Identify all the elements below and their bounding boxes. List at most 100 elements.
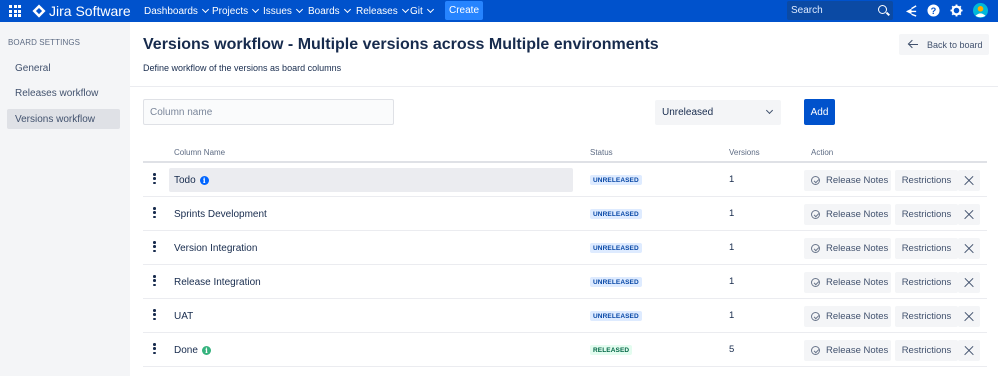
column-name-cell[interactable]: Todo i	[169, 168, 573, 192]
release-notes-label: Release Notes	[826, 209, 889, 220]
app-switcher-icon[interactable]	[9, 5, 21, 17]
add-column-button[interactable]: Add	[804, 99, 835, 125]
release-notes-button[interactable]: Release Notes	[804, 170, 891, 191]
jira-logo[interactable]: Jira Software	[32, 3, 131, 19]
release-notes-button[interactable]: Release Notes	[804, 272, 891, 293]
table-row: Sprints Development UNRELEASED 1 Release No…	[143, 197, 987, 231]
restrictions-button[interactable]: Restrictions	[895, 204, 958, 225]
sidebar-heading: BOARD SETTINGS	[8, 38, 81, 47]
status-select-value: Unreleased	[662, 107, 714, 118]
delete-close-icon[interactable]	[958, 204, 980, 225]
delete-close-icon[interactable]	[958, 170, 980, 191]
drag-handle-icon[interactable]	[153, 173, 156, 185]
versions-count: 1	[729, 242, 735, 253]
release-notes-button[interactable]: Release Notes	[804, 238, 891, 259]
user-avatar[interactable]	[973, 3, 988, 18]
restrictions-button[interactable]: Restrictions	[895, 306, 958, 327]
status-lozenge: UNRELEASED	[590, 175, 642, 185]
help-icon[interactable]: ?	[927, 4, 940, 17]
delete-close-icon[interactable]	[958, 340, 980, 361]
page-subtitle: Define workflow of the versions as board…	[143, 63, 342, 73]
search-input[interactable]: Search	[787, 1, 893, 20]
column-name-cell[interactable]: Sprints Development	[169, 202, 573, 226]
release-notes-button[interactable]: Release Notes	[804, 340, 891, 361]
header-action: Action	[811, 148, 834, 157]
chevron-down-icon	[343, 5, 351, 14]
versions-count: 1	[729, 174, 735, 185]
drag-handle-icon[interactable]	[153, 241, 156, 253]
menu-label: Boards	[308, 5, 340, 17]
menu-git[interactable]: Git	[410, 0, 434, 22]
menu-projects[interactable]: Projects	[212, 0, 260, 22]
delete-close-icon[interactable]	[958, 306, 980, 327]
table-row: Version Integration UNRELEASED 1 Release No…	[143, 231, 987, 265]
app-name: Jira Software	[49, 3, 131, 19]
chevron-down-icon	[201, 5, 209, 14]
drag-handle-icon[interactable]	[153, 275, 156, 287]
sidebar-item-general[interactable]: General	[7, 58, 120, 78]
check-circle-icon	[811, 176, 820, 185]
restrictions-button[interactable]: Restrictions	[895, 170, 958, 191]
delete-close-icon[interactable]	[958, 238, 980, 259]
drag-handle-icon[interactable]	[153, 207, 156, 219]
search-placeholder: Search	[791, 5, 823, 16]
check-circle-icon	[811, 210, 820, 219]
restrictions-button[interactable]: Restrictions	[895, 238, 958, 259]
column-name-text: Done	[174, 344, 198, 356]
drag-handle-icon[interactable]	[153, 309, 156, 321]
header-divider	[130, 86, 998, 87]
check-circle-icon	[811, 278, 820, 287]
column-name-text: Sprints Development	[174, 208, 267, 220]
menu-label: Dashboards	[144, 5, 198, 17]
row-divider	[143, 366, 987, 367]
restrictions-button[interactable]: Restrictions	[895, 340, 958, 361]
sidebar-item-versions-workflow[interactable]: Versions workflow	[7, 109, 120, 129]
arrow-left-icon	[909, 44, 918, 46]
release-notes-label: Release Notes	[826, 243, 889, 254]
status-lozenge: UNRELEASED	[590, 277, 642, 287]
versions-count: 5	[729, 344, 735, 355]
column-name-cell[interactable]: Done i	[169, 338, 573, 362]
delete-close-icon[interactable]	[958, 272, 980, 293]
back-to-board-button[interactable]: Back to board	[899, 34, 989, 55]
create-button[interactable]: Create	[445, 1, 483, 20]
release-notes-label: Release Notes	[826, 311, 889, 322]
column-name-input[interactable]	[143, 99, 394, 125]
chevron-down-icon	[401, 5, 409, 14]
header-versions: Versions	[729, 148, 760, 157]
search-icon[interactable]	[878, 5, 887, 14]
status-select[interactable]: Unreleased	[655, 100, 781, 125]
back-to-board-label: Back to board	[927, 39, 983, 50]
column-name-cell[interactable]: Release Integration	[169, 270, 573, 294]
board-settings-sidebar: BOARD SETTINGS General Releases workflow…	[0, 22, 130, 376]
chevron-down-icon	[252, 5, 260, 14]
menu-issues[interactable]: Issues	[263, 0, 303, 22]
menu-boards[interactable]: Boards	[308, 0, 351, 22]
column-name-cell[interactable]: UAT	[169, 304, 573, 328]
sidebar-item-releases-workflow[interactable]: Releases workflow	[7, 83, 120, 103]
table-row: Todo i UNRELEASED 1 Release Notes Restriction…	[143, 163, 987, 197]
settings-gear-icon[interactable]	[950, 4, 963, 17]
info-icon[interactable]: i	[201, 345, 211, 355]
info-icon[interactable]: i	[199, 175, 209, 185]
menu-dashboards[interactable]: Dashboards	[144, 0, 209, 22]
release-notes-button[interactable]: Release Notes	[804, 204, 891, 225]
notifications-icon[interactable]	[905, 4, 918, 17]
status-lozenge: UNRELEASED	[590, 311, 642, 321]
restrictions-button[interactable]: Restrictions	[895, 272, 958, 293]
drag-handle-icon[interactable]	[153, 343, 156, 355]
status-lozenge: UNRELEASED	[590, 243, 642, 253]
menu-label: Releases	[356, 5, 398, 17]
menu-releases[interactable]: Releases	[356, 0, 409, 22]
column-name-text: Version Integration	[174, 242, 258, 254]
release-notes-label: Release Notes	[826, 277, 889, 288]
versions-count: 1	[729, 310, 735, 321]
menu-label: Git	[410, 5, 423, 17]
header-status: Status	[590, 148, 613, 157]
column-name-cell[interactable]: Version Integration	[169, 236, 573, 260]
chevron-down-icon	[426, 5, 434, 14]
check-circle-icon	[811, 346, 820, 355]
release-notes-button[interactable]: Release Notes	[804, 306, 891, 327]
column-name-text: UAT	[174, 310, 194, 322]
page-title: Versions workflow - Multiple versions ac…	[143, 36, 659, 53]
